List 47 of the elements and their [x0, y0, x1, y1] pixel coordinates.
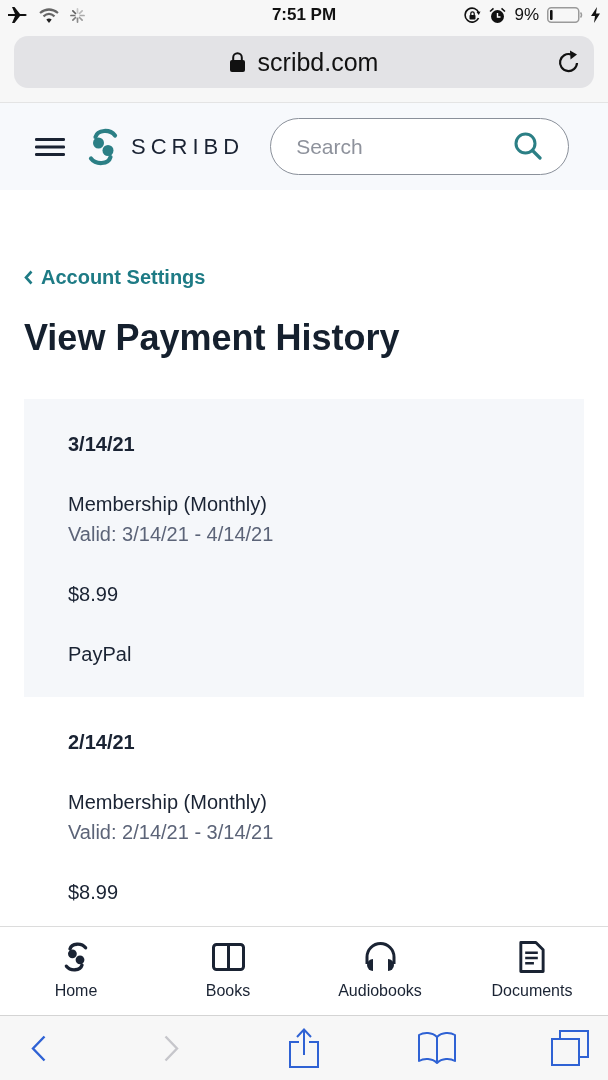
document-icon: [518, 941, 546, 973]
search-field[interactable]: Search: [270, 118, 570, 175]
search-button[interactable]: [514, 132, 543, 160]
payment-method: PayPal: [68, 642, 133, 667]
back-link[interactable]: Account Settings: [24, 265, 206, 289]
nav-tab[interactable]: Home: [54, 927, 98, 1001]
lock-icon: [229, 52, 245, 72]
nav-tab[interactable]: Documents: [491, 927, 573, 1001]
nav-tab[interactable]: Audiobooks: [338, 927, 422, 1001]
logo-icon: [64, 941, 88, 973]
book-icon: [211, 941, 245, 973]
charging-bolt-icon: [591, 7, 600, 23]
page-title: View Payment History: [24, 318, 401, 358]
status-time: 7:51 PM: [271, 5, 337, 25]
headphones-icon: [363, 941, 397, 973]
battery-icon: [547, 7, 583, 23]
menu-icon: [35, 136, 65, 157]
chevron-left-icon: [30, 1034, 46, 1062]
payment-date: 3/14/21: [68, 432, 136, 457]
chevron-right-icon: [163, 1034, 179, 1062]
bookmarks-button[interactable]: [417, 1031, 457, 1065]
battery-percent: 9%: [514, 5, 539, 25]
airplane-icon: [8, 7, 28, 23]
address-field[interactable]: scribd.com: [14, 36, 594, 88]
payment-amount: $8.99: [68, 880, 120, 905]
reload-button[interactable]: [557, 50, 581, 74]
reload-icon: [557, 50, 581, 74]
validity-period: Valid: 3/14/21 - 4/14/21: [68, 522, 275, 547]
wifi-icon: [39, 7, 59, 23]
share-icon: [289, 1028, 319, 1068]
scribd-logo-link[interactable]: SCRIBD: [88, 127, 245, 166]
open-book-icon: [418, 1031, 456, 1065]
tabs-button[interactable]: [550, 1030, 590, 1066]
plan-name: Membership (Monthly): [68, 492, 268, 517]
tabs-icon: [551, 1030, 589, 1066]
payment-amount: $8.99: [68, 582, 120, 607]
chevron-left-icon: [24, 269, 33, 285]
orientation-lock-icon: [464, 6, 482, 24]
payment-date: 2/14/21: [68, 730, 136, 755]
nav-tab[interactable]: Books: [205, 927, 251, 1001]
alarm-clock-icon: [489, 6, 507, 24]
menu-button[interactable]: [35, 136, 65, 157]
validity-period: Valid: 2/14/21 - 3/14/21: [68, 820, 275, 845]
plan-name: Membership (Monthly): [68, 790, 268, 815]
logo-icon: [88, 127, 118, 166]
search-icon: [514, 132, 543, 160]
loading-spinner-icon: [70, 7, 85, 23]
